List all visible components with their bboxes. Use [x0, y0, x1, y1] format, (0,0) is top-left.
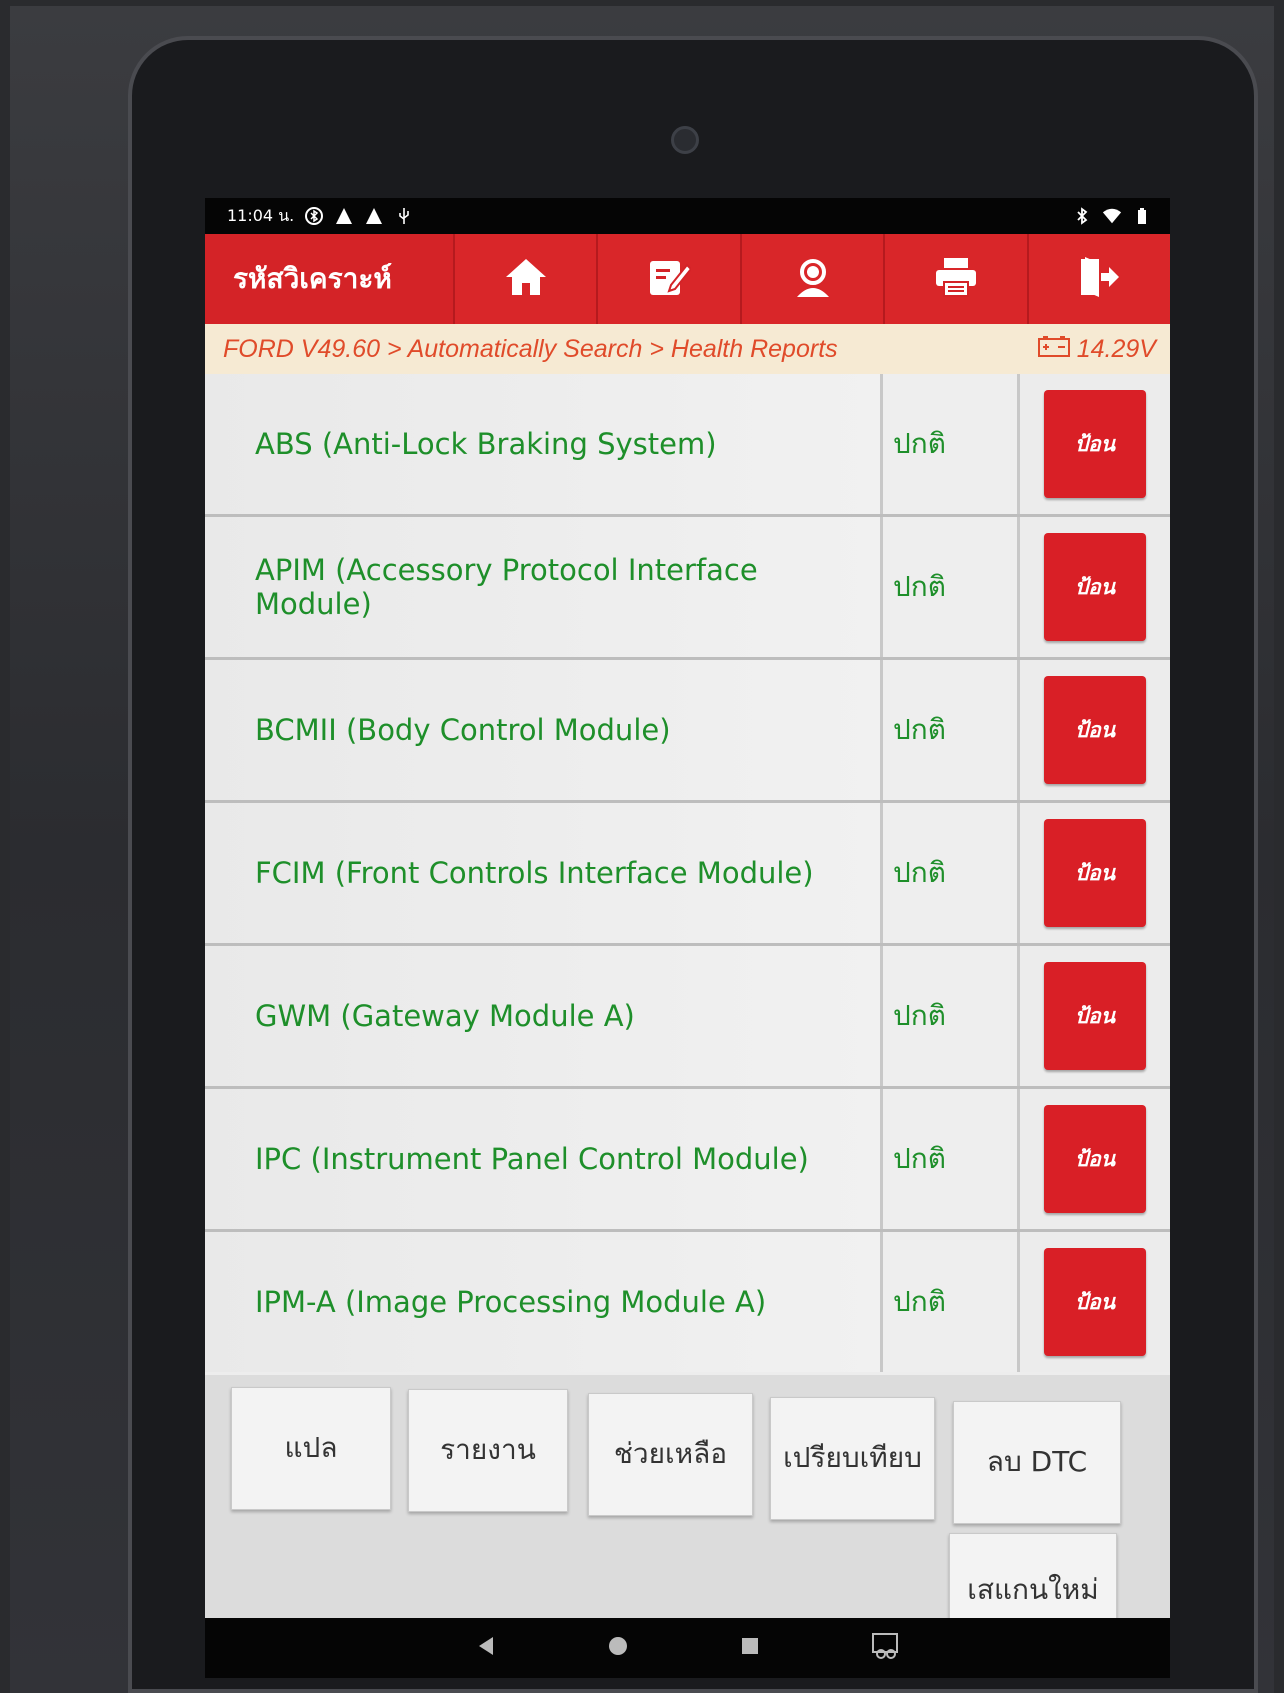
breadcrumb-path: FORD V49.60 > Automatically Search > Hea…: [223, 334, 838, 363]
enter-button[interactable]: ป้อน: [1044, 1248, 1146, 1356]
table-row: BCMII (Body Control Module) ปกติ ป้อน: [205, 660, 1170, 803]
module-status: ปกติ: [883, 374, 1020, 514]
home-button[interactable]: [453, 234, 597, 324]
android-nav-bar: [205, 1618, 1170, 1678]
bluetooth-status-icon: [304, 206, 324, 226]
enter-button[interactable]: ป้อน: [1044, 676, 1146, 784]
edit-button[interactable]: [596, 234, 740, 324]
battery-voltage: 14.29V: [1037, 334, 1156, 365]
status-bar: 11:04 น.: [205, 198, 1170, 234]
warning-icon: [364, 206, 384, 226]
module-name: APIM (Accessory Protocol Interface Modul…: [205, 517, 883, 657]
table-row: GWM (Gateway Module A) ปกติ ป้อน: [205, 946, 1170, 1089]
module-status: ปกติ: [883, 803, 1020, 943]
exit-icon: [1077, 255, 1121, 303]
module-table: ABS (Anti-Lock Braking System) ปกติ ป้อน…: [205, 374, 1170, 1372]
compare-button[interactable]: เปรียบเทียบ: [770, 1397, 935, 1520]
table-row: IPC (Instrument Panel Control Module) ปก…: [205, 1089, 1170, 1232]
usb-icon: [394, 206, 414, 226]
action-bar: แปล รายงาน ช่วยเหลือ เปรียบเทียบ ลบ DTC …: [205, 1375, 1170, 1618]
wifi-icon: [1102, 206, 1122, 226]
enter-button[interactable]: ป้อน: [1044, 962, 1146, 1070]
home-icon: [504, 257, 548, 301]
bluetooth-icon: [1072, 206, 1092, 226]
app-header: รหัสวิเคราะห์: [205, 234, 1170, 324]
breadcrumb: FORD V49.60 > Automatically Search > Hea…: [205, 324, 1170, 374]
module-name: BCMII (Body Control Module): [205, 660, 883, 800]
support-icon: [791, 255, 835, 303]
status-time: 11:04 น.: [227, 205, 295, 225]
back-icon[interactable]: [475, 1635, 497, 1661]
front-camera: [671, 126, 699, 154]
screenshot-icon[interactable]: [871, 1632, 901, 1664]
table-row: IPM-A (Image Processing Module A) ปกติ ป…: [205, 1232, 1170, 1372]
report-button[interactable]: รายงาน: [408, 1389, 568, 1512]
table-row: FCIM (Front Controls Interface Module) ป…: [205, 803, 1170, 946]
home-nav-icon[interactable]: [607, 1635, 629, 1661]
car-battery-icon: [1037, 334, 1071, 365]
print-button[interactable]: [883, 234, 1027, 324]
module-name: IPM-A (Image Processing Module A): [205, 1232, 883, 1372]
table-row: APIM (Accessory Protocol Interface Modul…: [205, 517, 1170, 660]
enter-button[interactable]: ป้อน: [1044, 390, 1146, 498]
rescan-button[interactable]: เสแกนใหม่: [949, 1533, 1117, 1618]
table-row: ABS (Anti-Lock Braking System) ปกติ ป้อน: [205, 374, 1170, 517]
screen: 11:04 น. รหัสวิเคราะห์ FORD V49.60 > Aut…: [205, 198, 1170, 1618]
module-status: ปกติ: [883, 1232, 1020, 1372]
battery-icon: [1132, 206, 1152, 226]
voltage-value: 14.29V: [1076, 334, 1156, 363]
module-status: ปกติ: [883, 946, 1020, 1086]
edit-icon: [647, 255, 693, 303]
enter-button[interactable]: ป้อน: [1044, 819, 1146, 927]
translate-button[interactable]: แปล: [231, 1387, 391, 1510]
enter-button[interactable]: ป้อน: [1044, 1105, 1146, 1213]
module-status: ปกติ: [883, 517, 1020, 657]
app-title: รหัสวิเคราะห์: [233, 262, 392, 295]
help-button[interactable]: ช่วยเหลือ: [588, 1393, 753, 1516]
support-button[interactable]: [739, 234, 884, 324]
print-icon: [934, 256, 978, 302]
module-name: IPC (Instrument Panel Control Module): [205, 1089, 883, 1229]
module-name: GWM (Gateway Module A): [205, 946, 883, 1086]
module-status: ปกติ: [883, 1089, 1020, 1229]
clear-dtc-button[interactable]: ลบ DTC: [953, 1401, 1121, 1524]
module-name: ABS (Anti-Lock Braking System): [205, 374, 883, 514]
enter-button[interactable]: ป้อน: [1044, 533, 1146, 641]
exit-button[interactable]: [1026, 234, 1170, 324]
warning-icon: [334, 206, 354, 226]
module-status: ปกติ: [883, 660, 1020, 800]
recents-icon[interactable]: [739, 1635, 761, 1661]
module-name: FCIM (Front Controls Interface Module): [205, 803, 883, 943]
